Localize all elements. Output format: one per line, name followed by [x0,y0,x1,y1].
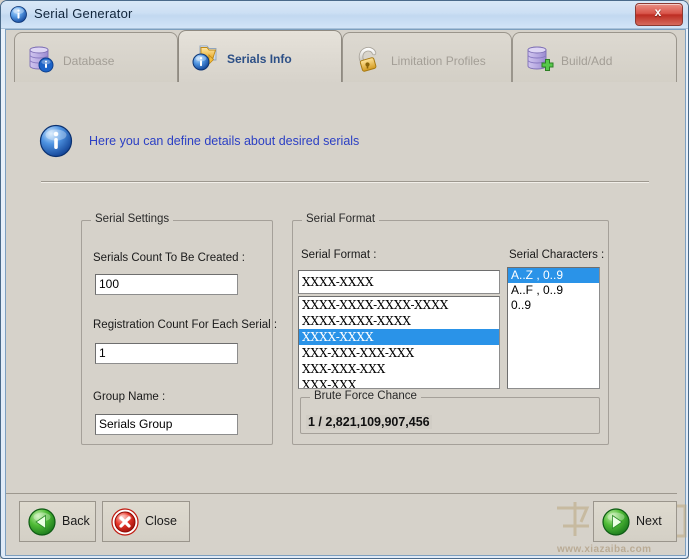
next-button-label: Next [636,514,662,528]
serial-format-label: Serial Format : [301,249,377,261]
close-window-button[interactable]: x [635,3,683,26]
info-circle-icon [10,6,27,23]
close-button-label: Close [145,514,177,528]
banner-info-icon [39,124,73,158]
back-button[interactable]: Back [19,501,96,542]
group-name-label: Group Name : [93,391,166,403]
list-item[interactable]: XXX-XXX [299,377,499,388]
tab-label-database: Database [63,54,115,68]
window-title: Serial Generator [34,6,133,21]
serials-count-label: Serials Count To Be Created : [93,252,245,264]
tab-underlay [6,82,677,85]
list-item[interactable]: 0..9 [508,298,599,313]
tab-label-limitation-profiles: Limitation Profiles [391,54,486,68]
tab-label-build-add: Build/Add [561,54,613,68]
registration-count-input[interactable]: 1 [95,343,238,364]
registration-count-label: Registration Count For Each Serial : [93,319,278,331]
list-item[interactable]: XXX-XXX-XXX-XXX [299,345,499,361]
serial-generator-window: Serial Generator x Database Serials Info… [0,0,689,559]
list-item[interactable]: XXXX-XXXX [299,329,499,345]
banner-text: Here you can define details about desire… [89,134,360,148]
tab-label-serials-info: Serials Info [227,52,292,66]
list-item[interactable]: XXXX-XXXX-XXXX-XXXX [299,297,499,313]
brute-force-caption: Brute Force Chance [310,390,421,402]
window-frame: Serial Generator x Database Serials Info… [0,0,689,559]
serial-settings-caption: Serial Settings [91,213,174,225]
tab-build-add[interactable]: Build/Add [512,32,677,83]
serial-characters-label: Serial Characters : [509,249,605,261]
database-info-icon [25,43,57,75]
folder-info-icon [189,41,221,73]
section-divider [41,181,649,183]
red-x-circle-icon [111,508,139,536]
tab-database[interactable]: Database [14,32,178,83]
green-right-arrow-icon [602,508,630,536]
green-left-arrow-icon [28,508,56,536]
list-item[interactable]: A..Z , 0..9 [508,268,599,283]
close-button[interactable]: Close [102,501,190,542]
brute-force-value: 1 / 2,821,109,907,456 [306,415,432,429]
serial-format-listbox[interactable]: XXXX-XXXX-XXXX-XXXX XXXX-XXXX-XXXX XXXX-… [298,296,500,389]
padlock-icon [353,43,385,75]
list-item[interactable]: XXX-XXX-XXX [299,361,499,377]
list-item[interactable]: XXXX-XXXX-XXXX [299,313,499,329]
serial-format-caption: Serial Format [302,213,380,225]
next-button[interactable]: Next [593,501,677,542]
group-name-input[interactable]: Serials Group [95,414,238,435]
serials-count-input[interactable]: 100 [95,274,238,295]
close-icon: x [654,5,662,19]
serial-format-input[interactable]: XXXX-XXXX [298,270,500,294]
title-bar: Serial Generator x [1,1,688,29]
database-add-icon [523,43,555,75]
tab-limitation-profiles[interactable]: Limitation Profiles [342,32,512,83]
back-button-label: Back [62,514,90,528]
list-item[interactable]: A..F , 0..9 [508,283,599,298]
tab-strip: Database Serials Info Limitation Profile… [6,30,677,84]
tab-serials-info[interactable]: Serials Info [178,30,342,84]
serial-characters-listbox[interactable]: A..Z , 0..9 A..F , 0..9 0..9 [507,267,600,389]
